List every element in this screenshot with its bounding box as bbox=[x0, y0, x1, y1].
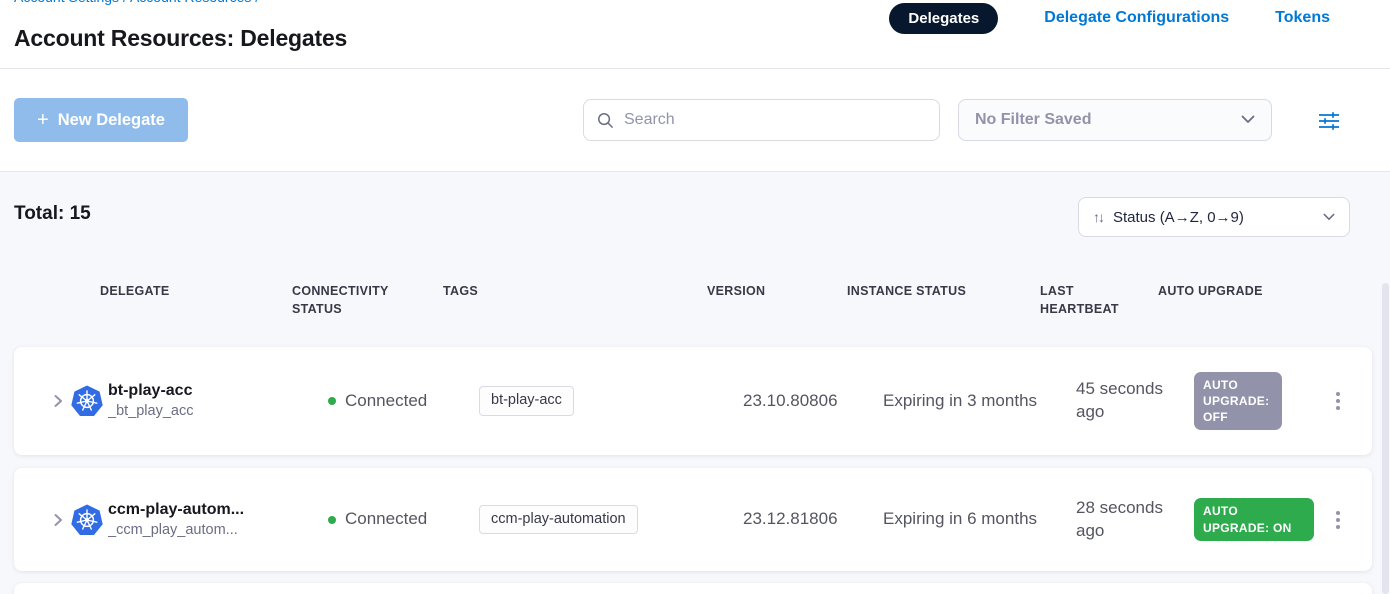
column-header-tags: TAGS bbox=[443, 282, 707, 300]
last-heartbeat: 45 seconds ago bbox=[1076, 378, 1194, 424]
last-heartbeat: 28 seconds ago bbox=[1076, 497, 1194, 543]
sort-arrows-icon: ↑↓ bbox=[1093, 209, 1103, 225]
connected-status-dot bbox=[328, 516, 336, 524]
new-delegate-button[interactable]: + New Delegate bbox=[14, 98, 188, 142]
delegate-version: 23.12.81806 bbox=[743, 508, 883, 531]
header-divider bbox=[0, 68, 1390, 69]
column-header-version: VERSION bbox=[707, 282, 847, 300]
column-header-connectivity: CONNECTIVITY STATUS bbox=[292, 282, 443, 318]
kubernetes-icon bbox=[71, 385, 103, 417]
chevron-down-icon bbox=[1323, 208, 1335, 226]
delegate-identifier: _bt_play_acc bbox=[108, 402, 193, 422]
auto-upgrade-badge: AUTO UPGRADE: OFF bbox=[1194, 372, 1282, 431]
kubernetes-icon bbox=[71, 504, 103, 536]
saved-filter-value: No Filter Saved bbox=[975, 111, 1091, 129]
column-header-instance-status: INSTANCE STATUS bbox=[847, 282, 1040, 300]
row-menu-button[interactable] bbox=[1326, 392, 1350, 410]
instance-status: Expiring in 3 months bbox=[883, 390, 1076, 413]
table-row[interactable]: ccm-play-autom... _ccm_play_autom... Con… bbox=[14, 468, 1372, 571]
delegate-name[interactable]: bt-play-acc bbox=[108, 380, 193, 402]
tab-delegate-configurations[interactable]: Delegate Configurations bbox=[1044, 9, 1229, 27]
chevron-down-icon bbox=[1241, 111, 1255, 129]
more-vertical-icon bbox=[1336, 392, 1340, 410]
new-delegate-label: New Delegate bbox=[58, 111, 165, 130]
sliders-icon bbox=[1316, 109, 1342, 133]
row-expand-chevron-icon[interactable] bbox=[50, 512, 66, 528]
table-header-row: DELEGATE CONNECTIVITY STATUS TAGS VERSIO… bbox=[14, 282, 1372, 318]
sort-dropdown[interactable]: ↑↓ Status (A→Z, 0→9) bbox=[1078, 197, 1350, 237]
table-row[interactable]: bt-play-acc _bt_play_acc Connected bt-pl… bbox=[14, 347, 1372, 455]
resource-tabs: Delegates Delegate Configurations Tokens bbox=[889, 1, 1330, 35]
page-title: Account Resources: Delegates bbox=[14, 25, 347, 52]
saved-filter-dropdown[interactable]: No Filter Saved bbox=[958, 99, 1272, 141]
column-header-auto-upgrade: AUTO UPGRADE bbox=[1158, 282, 1290, 300]
sort-value: Status (A→Z, 0→9) bbox=[1113, 209, 1313, 226]
delegate-identifier: _ccm_play_autom... bbox=[108, 521, 244, 541]
instance-status: Expiring in 6 months bbox=[883, 508, 1076, 531]
row-menu-button[interactable] bbox=[1326, 511, 1350, 529]
column-header-last-heartbeat: LAST HEARTBEAT bbox=[1040, 282, 1158, 318]
search-input[interactable] bbox=[624, 111, 926, 129]
search-icon bbox=[597, 112, 614, 129]
total-count: Total: 15 bbox=[14, 203, 91, 225]
tab-tokens[interactable]: Tokens bbox=[1275, 9, 1330, 27]
connected-status-dot bbox=[328, 397, 336, 405]
row-expand-chevron-icon[interactable] bbox=[50, 393, 66, 409]
table-row[interactable] bbox=[14, 583, 1372, 594]
search-box bbox=[583, 99, 940, 141]
tag-chip: ccm-play-automation bbox=[479, 505, 638, 535]
connectivity-status: Connected bbox=[345, 390, 427, 413]
vertical-scrollbar[interactable] bbox=[1382, 283, 1389, 594]
more-vertical-icon bbox=[1336, 511, 1340, 529]
auto-upgrade-badge: AUTO UPGRADE: ON bbox=[1194, 498, 1314, 540]
delegate-name[interactable]: ccm-play-autom... bbox=[108, 499, 244, 521]
filter-sliders-button[interactable] bbox=[1314, 106, 1344, 136]
delegates-page: Account Settings / Account Resources / A… bbox=[0, 0, 1390, 594]
breadcrumb[interactable]: Account Settings / Account Resources / bbox=[14, 0, 259, 5]
column-header-delegate: DELEGATE bbox=[14, 282, 292, 300]
plus-icon: + bbox=[37, 110, 49, 130]
connectivity-status: Connected bbox=[345, 508, 427, 531]
delegate-list-section: Total: 15 ↑↓ Status (A→Z, 0→9) DELEGATE … bbox=[0, 172, 1390, 594]
tab-delegates[interactable]: Delegates bbox=[889, 3, 998, 34]
tag-chip: bt-play-acc bbox=[479, 386, 574, 416]
delegate-version: 23.10.80806 bbox=[743, 390, 883, 413]
